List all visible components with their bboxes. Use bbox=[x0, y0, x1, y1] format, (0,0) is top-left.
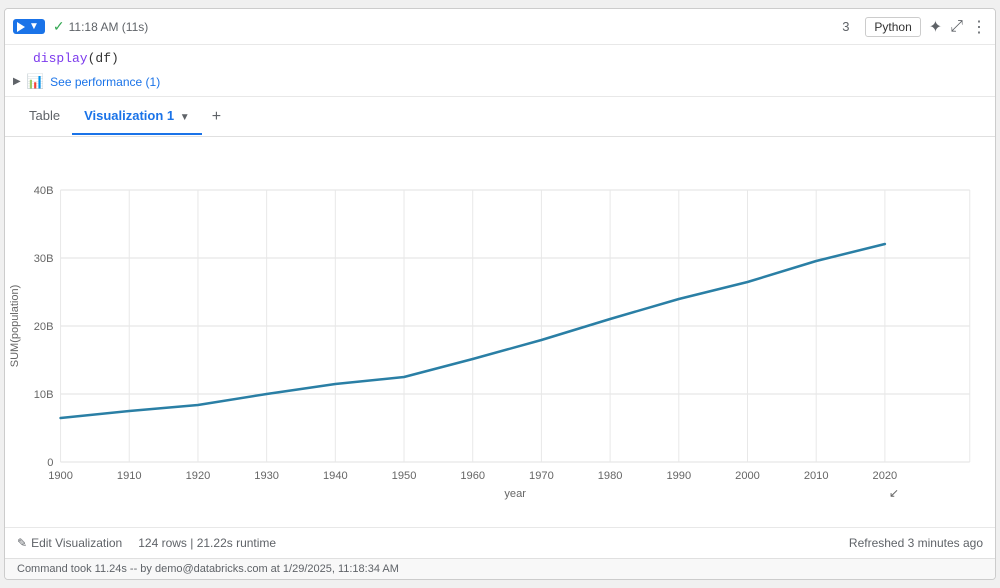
svg-text:1940: 1940 bbox=[323, 470, 348, 482]
tab-visualization[interactable]: Visualization 1 ▼ bbox=[72, 98, 202, 135]
svg-text:40B: 40B bbox=[34, 185, 54, 197]
perf-arrow-icon: ▶ bbox=[13, 76, 21, 87]
performance-label: See performance (1) bbox=[50, 75, 160, 89]
svg-text:year: year bbox=[504, 488, 526, 500]
svg-text:1970: 1970 bbox=[529, 470, 554, 482]
tab-add-button[interactable]: + bbox=[202, 101, 231, 133]
check-icon: ✓ bbox=[53, 18, 65, 35]
chart-bar-icon: 📊 bbox=[27, 73, 44, 90]
tab-dropdown-icon[interactable]: ▼ bbox=[180, 112, 190, 123]
command-text: Command took 11.24s -- by demo@databrick… bbox=[17, 563, 399, 575]
header-icons: ✦ ⤢ ⋮ bbox=[929, 17, 987, 37]
command-bar: Command took 11.24s -- by demo@databrick… bbox=[5, 558, 995, 579]
expand-icon[interactable]: ⤢ bbox=[950, 17, 963, 37]
svg-text:10B: 10B bbox=[34, 389, 54, 401]
run-button[interactable]: ▼ bbox=[13, 19, 45, 34]
chart-area: 0 10B 20B 30B 40B SUM(population) 1900 1… bbox=[5, 137, 995, 527]
cell-number: 3 bbox=[842, 19, 849, 34]
svg-text:30B: 30B bbox=[34, 253, 54, 265]
svg-text:1950: 1950 bbox=[392, 470, 417, 482]
svg-text:1960: 1960 bbox=[460, 470, 485, 482]
svg-text:↙: ↙ bbox=[889, 486, 899, 500]
svg-text:2010: 2010 bbox=[804, 470, 829, 482]
footer-refresh: Refreshed 3 minutes ago bbox=[849, 536, 983, 550]
svg-text:2000: 2000 bbox=[735, 470, 760, 482]
svg-text:1930: 1930 bbox=[254, 470, 279, 482]
language-badge: Python bbox=[865, 17, 920, 37]
sparkle-icon[interactable]: ✦ bbox=[929, 17, 942, 37]
pencil-icon: ✎ bbox=[17, 536, 27, 550]
svg-text:0: 0 bbox=[47, 457, 53, 469]
performance-line[interactable]: ▶ 📊 See performance (1) bbox=[5, 70, 995, 97]
svg-text:SUM(population): SUM(population) bbox=[9, 285, 21, 367]
more-options-icon[interactable]: ⋮ bbox=[971, 17, 987, 37]
chart-svg: 0 10B 20B 30B 40B SUM(population) 1900 1… bbox=[5, 137, 995, 527]
run-arrow-icon bbox=[17, 22, 25, 32]
code-line: display(df) bbox=[5, 45, 995, 70]
tab-table[interactable]: Table bbox=[17, 98, 72, 135]
svg-text:1900: 1900 bbox=[48, 470, 73, 482]
svg-text:20B: 20B bbox=[34, 321, 54, 333]
cell-header: ▼ ✓ 11:18 AM (11s) 3 Python ✦ ⤢ ⋮ bbox=[5, 9, 995, 45]
notebook-cell: ▼ ✓ 11:18 AM (11s) 3 Python ✦ ⤢ ⋮ displa… bbox=[4, 8, 996, 580]
tabs-bar: Table Visualization 1 ▼ + bbox=[5, 97, 995, 137]
code-text: display(df) bbox=[33, 51, 119, 66]
svg-text:1920: 1920 bbox=[186, 470, 211, 482]
footer-stats: 124 rows | 21.22s runtime bbox=[138, 536, 276, 550]
run-time-label: 11:18 AM (11s) bbox=[69, 20, 149, 34]
svg-text:2020: 2020 bbox=[873, 470, 898, 482]
edit-visualization-button[interactable]: ✎ Edit Visualization bbox=[17, 534, 130, 552]
svg-text:1990: 1990 bbox=[666, 470, 691, 482]
cell-footer: ✎ Edit Visualization 124 rows | 21.22s r… bbox=[5, 527, 995, 558]
svg-text:1910: 1910 bbox=[117, 470, 142, 482]
run-dropdown-icon[interactable]: ▼ bbox=[27, 21, 41, 32]
cell-status: ✓ 11:18 AM (11s) bbox=[53, 18, 148, 35]
svg-text:1980: 1980 bbox=[598, 470, 623, 482]
